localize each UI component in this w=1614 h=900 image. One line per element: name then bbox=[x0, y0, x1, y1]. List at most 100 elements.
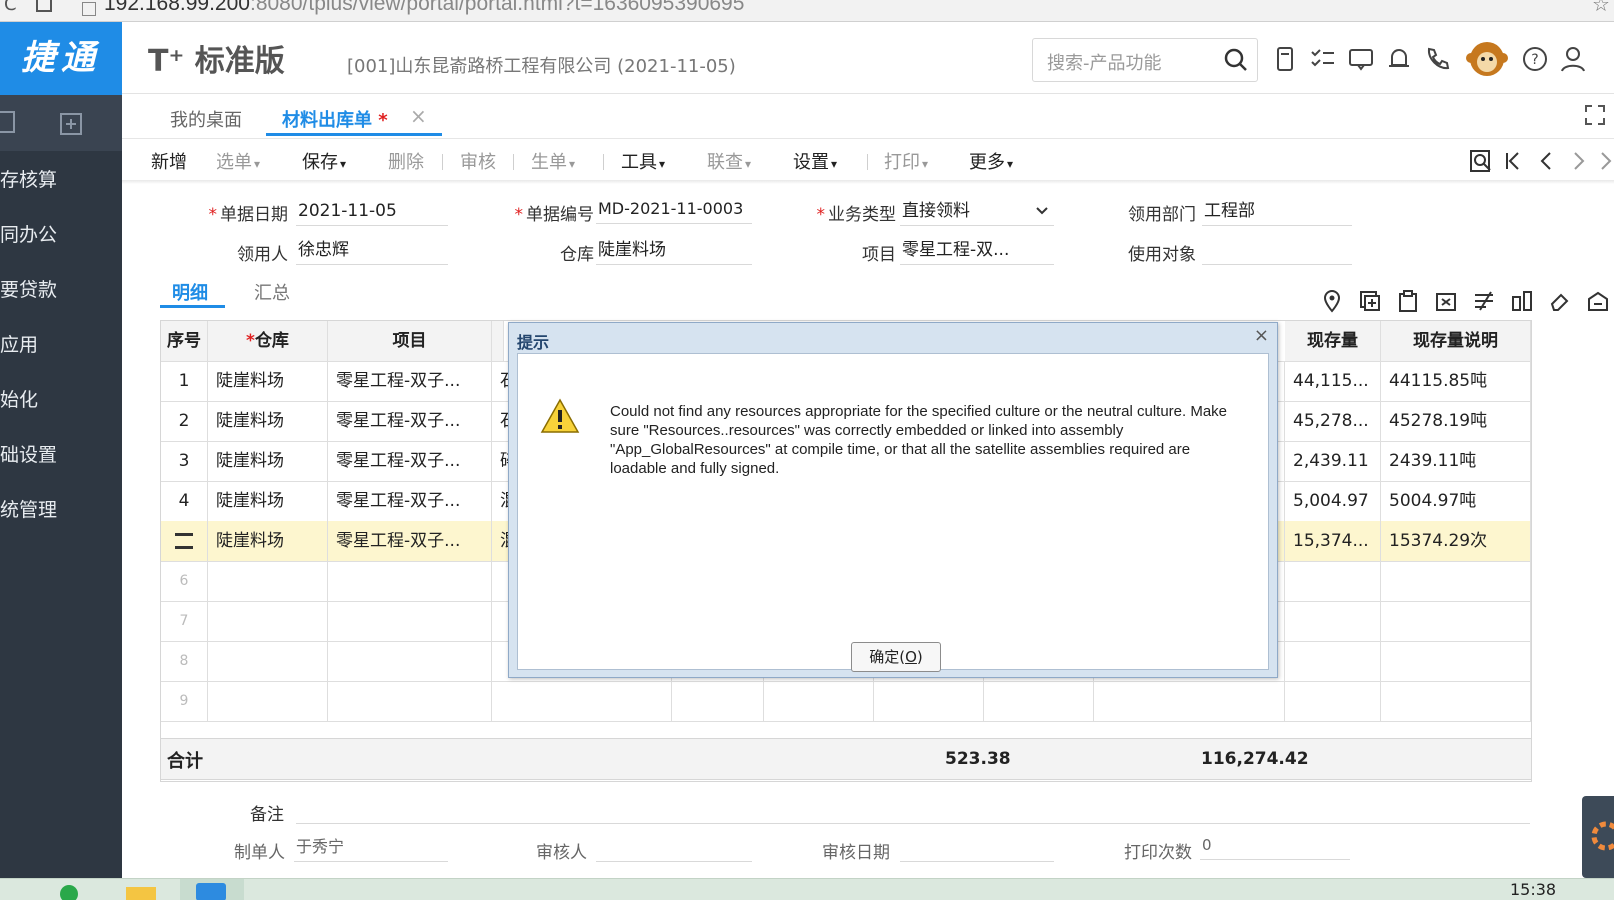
subtab-detail[interactable]: 明细 bbox=[172, 279, 208, 305]
subtab-summary[interactable]: 汇总 bbox=[254, 279, 290, 305]
empty-cell[interactable] bbox=[1381, 601, 1531, 641]
previous-record-icon[interactable] bbox=[1535, 150, 1557, 172]
empty-cell[interactable] bbox=[328, 601, 492, 641]
cell-warehouse[interactable]: 陡崖料场 bbox=[208, 521, 328, 561]
cell-warehouse[interactable]: 陡崖料场 bbox=[208, 441, 328, 481]
cell-seq[interactable]: 1 bbox=[161, 361, 208, 401]
copy-row-icon[interactable] bbox=[1434, 289, 1458, 313]
browser-address-bar[interactable]: C 192.168.99.200:8080/tplus/view/portal/… bbox=[0, 0, 1614, 22]
target-field[interactable] bbox=[1202, 237, 1352, 265]
empty-cell[interactable] bbox=[208, 561, 328, 601]
date-field[interactable]: 2021-11-05 bbox=[296, 198, 448, 226]
wechat-icon[interactable] bbox=[60, 885, 78, 900]
cell-stock[interactable]: 44,115... bbox=[1285, 361, 1381, 401]
search-icon[interactable] bbox=[1223, 47, 1249, 73]
empty-cell[interactable] bbox=[1381, 681, 1531, 721]
tab-desktop[interactable]: 我的桌面 bbox=[170, 106, 242, 132]
empty-cell[interactable] bbox=[328, 561, 492, 601]
assistant-widget[interactable] bbox=[1582, 796, 1614, 878]
business-type-select[interactable]: 直接领料 bbox=[900, 198, 1054, 226]
empty-cell[interactable] bbox=[1285, 641, 1381, 681]
format-icon[interactable] bbox=[1472, 289, 1496, 313]
empty-cell[interactable] bbox=[328, 641, 492, 681]
warehouse-field[interactable]: 陡崖料场 bbox=[596, 237, 752, 265]
sidebar-item-basic-settings[interactable]: 础设置 bbox=[0, 440, 57, 467]
sidebar-item-apps[interactable]: 应用 bbox=[0, 330, 38, 357]
project-field[interactable]: 零星工程-双... bbox=[900, 237, 1054, 265]
empty-cell[interactable] bbox=[208, 681, 328, 721]
remark-field[interactable] bbox=[296, 796, 1530, 824]
sidebar-item-inventory-accounting[interactable]: 存核算 bbox=[0, 165, 57, 192]
cell-warehouse[interactable]: 陡崖料场 bbox=[208, 401, 328, 441]
empty-cell[interactable] bbox=[672, 681, 764, 721]
query-menu[interactable]: 联查 ▾ bbox=[707, 148, 751, 174]
tools-menu[interactable]: 工具 ▾ bbox=[621, 148, 665, 174]
empty-cell[interactable] bbox=[764, 681, 874, 721]
empty-cell[interactable] bbox=[1285, 601, 1381, 641]
more-menu[interactable]: 更多 ▾ bbox=[969, 148, 1013, 174]
sidebar-item-loans[interactable]: 要贷款 bbox=[0, 275, 57, 302]
home-icon[interactable] bbox=[36, 0, 52, 12]
cell-stock[interactable]: 2,439.11 bbox=[1285, 441, 1381, 481]
location-icon[interactable] bbox=[1320, 289, 1344, 313]
settings-menu[interactable]: 设置 ▾ bbox=[793, 148, 837, 174]
empty-cell[interactable] bbox=[1381, 641, 1531, 681]
cell-stock-desc[interactable]: 5004.97吨 bbox=[1381, 481, 1531, 521]
empty-cell[interactable] bbox=[492, 681, 672, 721]
document-search-icon[interactable] bbox=[1468, 148, 1494, 174]
add-shortcut-icon[interactable] bbox=[58, 109, 86, 137]
receiver-field[interactable]: 徐忠辉 bbox=[296, 237, 448, 265]
cell-stock[interactable]: 5,004.97 bbox=[1285, 481, 1381, 521]
audit-button[interactable]: 审核 bbox=[460, 148, 496, 174]
cell-stock[interactable]: 45,278... bbox=[1285, 401, 1381, 441]
empty-cell[interactable] bbox=[1285, 561, 1381, 601]
eraser-icon[interactable] bbox=[1548, 289, 1572, 313]
columns-icon[interactable] bbox=[1510, 289, 1534, 313]
user-icon[interactable] bbox=[1558, 44, 1588, 74]
checklist-icon[interactable] bbox=[1308, 44, 1338, 74]
paste-icon[interactable] bbox=[1396, 289, 1420, 313]
sidebar-item-system-management[interactable]: 统管理 bbox=[0, 495, 57, 522]
cell-seq[interactable]: 3 bbox=[161, 441, 208, 481]
sidebar-item-office[interactable]: 同办公 bbox=[0, 220, 57, 247]
code-field[interactable]: MD-2021-11-0003 bbox=[596, 196, 752, 224]
insert-row-icon[interactable] bbox=[1358, 289, 1382, 313]
folder-icon[interactable] bbox=[126, 887, 156, 900]
cell-project[interactable]: 零星工程-双子... bbox=[328, 361, 492, 401]
cell-seq[interactable]: 4 bbox=[161, 481, 208, 521]
reload-icon[interactable]: C bbox=[4, 0, 17, 15]
monkey-avatar-icon[interactable] bbox=[1466, 38, 1508, 80]
cell-project[interactable]: 零星工程-双子... bbox=[328, 481, 492, 521]
phone-icon[interactable] bbox=[1422, 44, 1452, 74]
chevron-down-icon[interactable] bbox=[1035, 204, 1049, 218]
generate-menu[interactable]: 生单 ▾ bbox=[531, 148, 575, 174]
save-menu[interactable]: 保存 ▾ bbox=[302, 148, 346, 174]
empty-cell[interactable] bbox=[984, 681, 1094, 721]
cell-stock-desc[interactable]: 2439.11吨 bbox=[1381, 441, 1531, 481]
dialog-close-icon[interactable]: × bbox=[1254, 325, 1269, 346]
fullscreen-icon[interactable] bbox=[1584, 104, 1606, 126]
calculator-icon[interactable] bbox=[1270, 44, 1300, 74]
message-icon[interactable] bbox=[1346, 44, 1376, 74]
empty-cell[interactable] bbox=[328, 681, 492, 721]
cell-stock-desc[interactable]: 15374.29次 bbox=[1381, 521, 1531, 561]
taskbar-app-active[interactable] bbox=[180, 879, 244, 900]
empty-cell[interactable] bbox=[1094, 681, 1285, 721]
empty-cell[interactable] bbox=[1285, 681, 1381, 721]
next-record-icon[interactable] bbox=[1568, 150, 1590, 172]
empty-row[interactable]: 9 bbox=[161, 681, 1531, 722]
search-box[interactable]: 搜索-产品功能 bbox=[1032, 38, 1258, 82]
first-record-icon[interactable] bbox=[1502, 150, 1524, 172]
url-text[interactable]: 192.168.99.200:8080/tplus/view/portal/po… bbox=[104, 0, 744, 16]
help-icon[interactable]: ? bbox=[1520, 44, 1550, 74]
cell-stock-desc[interactable]: 45278.19吨 bbox=[1381, 401, 1531, 441]
bell-icon[interactable] bbox=[1384, 44, 1414, 74]
cell-warehouse[interactable]: 陡崖料场 bbox=[208, 361, 328, 401]
new-button[interactable]: 新增 bbox=[151, 148, 187, 174]
tab-material-issue[interactable]: 材料出库单 * bbox=[282, 106, 388, 132]
empty-cell[interactable] bbox=[874, 681, 984, 721]
star-icon[interactable]: ☆ bbox=[1592, 0, 1610, 16]
empty-cell[interactable] bbox=[208, 601, 328, 641]
sidebar-item-initialization[interactable]: 始化 bbox=[0, 385, 38, 412]
department-field[interactable]: 工程部 bbox=[1202, 198, 1352, 226]
